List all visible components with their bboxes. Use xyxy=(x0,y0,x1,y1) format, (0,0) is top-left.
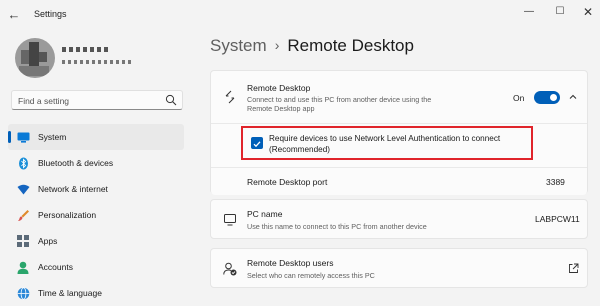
user-email-redacted xyxy=(62,60,132,64)
nla-setting-row: Require devices to use Network Level Aut… xyxy=(211,123,587,167)
checkmark-icon xyxy=(253,141,261,148)
users-description: Select who can remotely access this PC xyxy=(247,271,375,280)
users-title: Remote Desktop users xyxy=(247,258,334,268)
sidebar-item-label: Personalization xyxy=(38,210,97,220)
remote-desktop-toggle[interactable] xyxy=(534,91,560,104)
breadcrumb-parent[interactable]: System xyxy=(210,36,267,55)
pc-name-value: LABPCW11 xyxy=(535,214,580,224)
globe-icon xyxy=(16,286,30,300)
user-check-icon xyxy=(223,262,237,276)
sidebar-item-apps[interactable]: Apps xyxy=(8,228,184,254)
brush-icon xyxy=(16,208,30,222)
user-name-redacted xyxy=(62,47,110,52)
page-title: Remote Desktop xyxy=(287,36,414,55)
nla-checkbox[interactable] xyxy=(251,137,263,149)
sidebar-item-bluetooth[interactable]: Bluetooth & devices xyxy=(8,150,184,176)
chevron-up-icon[interactable] xyxy=(567,91,579,103)
sidebar-item-label: Time & language xyxy=(38,288,102,298)
sidebar-item-label: Bluetooth & devices xyxy=(38,158,114,168)
minimize-button[interactable]: — xyxy=(517,3,541,21)
sidebar-item-label: System xyxy=(38,132,67,142)
remote-desktop-icon xyxy=(225,90,235,104)
back-button[interactable]: ← xyxy=(4,5,24,25)
sidebar-item-label: Network & internet xyxy=(38,184,108,194)
toggle-state-label: On xyxy=(513,93,525,103)
sidebar-item-system[interactable]: System xyxy=(8,124,184,150)
apps-icon xyxy=(16,234,30,248)
app-title: Settings xyxy=(34,9,67,19)
maximize-button[interactable]: ☐ xyxy=(548,3,572,21)
pc-name-card: PC name Use this name to connect to this… xyxy=(210,199,588,239)
highlight-box: Require devices to use Network Level Aut… xyxy=(241,126,533,160)
sidebar-nav: System Bluetooth & devices Network & int… xyxy=(8,124,184,306)
breadcrumb-separator: › xyxy=(274,37,280,53)
close-button[interactable]: ✕ xyxy=(576,3,600,21)
sidebar-item-network[interactable]: Network & internet xyxy=(8,176,184,202)
avatar[interactable] xyxy=(15,38,55,78)
port-value: 3389 xyxy=(546,177,565,187)
search-input[interactable] xyxy=(12,92,152,110)
port-row: Remote Desktop port 3389 xyxy=(211,167,587,195)
remote-desktop-card: Remote Desktop Connect to and use this P… xyxy=(210,70,588,195)
wifi-icon xyxy=(16,182,30,196)
search-box[interactable] xyxy=(11,90,183,110)
pc-name-description: Use this name to connect to this PC from… xyxy=(247,222,427,231)
remote-desktop-title: Remote Desktop xyxy=(247,83,311,93)
remote-desktop-description: Connect to and use this PC from another … xyxy=(247,95,432,113)
sidebar-item-personalization[interactable]: Personalization xyxy=(8,202,184,228)
nla-checkbox-label: Require devices to use Network Level Aut… xyxy=(269,134,501,154)
sidebar-item-accounts[interactable]: Accounts xyxy=(8,254,184,280)
system-icon xyxy=(16,130,30,144)
title-bar: ← Settings — ☐ ✕ xyxy=(0,0,600,30)
sidebar-item-label: Accounts xyxy=(38,262,73,272)
sidebar-item-label: Apps xyxy=(38,236,58,246)
pc-name-title: PC name xyxy=(247,209,283,219)
sidebar-item-time-language[interactable]: Time & language xyxy=(8,280,184,306)
open-external-icon[interactable] xyxy=(568,263,579,274)
bluetooth-icon xyxy=(16,156,30,170)
breadcrumb: System › Remote Desktop xyxy=(210,36,414,56)
accounts-icon xyxy=(16,260,30,274)
remote-desktop-users-card[interactable]: Remote Desktop users Select who can remo… xyxy=(210,248,588,288)
pc-icon xyxy=(224,214,236,226)
search-icon[interactable] xyxy=(165,94,177,106)
port-label: Remote Desktop port xyxy=(247,177,328,187)
